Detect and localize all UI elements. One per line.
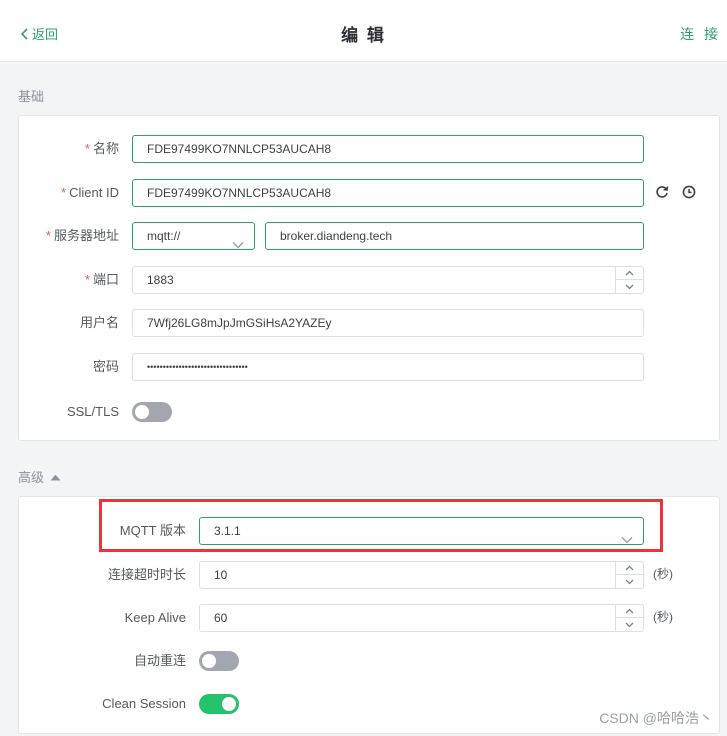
caret-up-icon [50, 469, 61, 484]
advanced-settings-card: MQTT 版本 3.1.1 连接超时时长 10 (秒) Keep Alive 6… [18, 496, 720, 734]
basic-settings-card: * 名称 FDE97499KO7NNLCP53AUCAH8 * Client ID … [18, 115, 720, 441]
username-label: 用户名 [79, 315, 119, 330]
connect-timeout-input[interactable]: 10 [199, 561, 644, 589]
auto-reconnect-toggle[interactable] [199, 651, 239, 671]
section-title-advanced-label: 高级 [18, 470, 45, 485]
name-row: * 名称 FDE97499KO7NNLCP53AUCAH8 [19, 135, 719, 163]
ssl-label: SSL/TLS [66, 404, 119, 419]
mqtt-version-select[interactable]: 3.1.1 [199, 517, 644, 545]
host-input[interactable]: broker.diandeng.tech [265, 222, 644, 250]
keep-alive-unit: (秒) [653, 610, 673, 624]
auto-reconnect-row: 自动重连 [19, 647, 719, 675]
connect-timeout-label: 连接超时时长 [107, 567, 186, 582]
top-bar: 返回 编 辑 连 接 [0, 0, 727, 62]
chevron-down-icon [232, 232, 244, 249]
server-address-label: * 服务器地址 [45, 228, 119, 243]
decrement-arrow-icon[interactable] [616, 618, 643, 631]
password-row: 密码 •••••••••••••••••••••••••••••••• [19, 353, 719, 381]
refresh-icon[interactable] [655, 185, 669, 202]
port-row: * 端口 1883 [19, 266, 719, 294]
page-title: 编 辑 [341, 26, 386, 45]
port-stepper[interactable] [615, 267, 643, 293]
connect-timeout-stepper[interactable] [615, 562, 643, 588]
section-title-basic: 基础 [18, 86, 44, 105]
mqtt-version-row: MQTT 版本 3.1.1 [19, 517, 719, 545]
port-input[interactable]: 1883 [132, 266, 644, 294]
name-input[interactable]: FDE97499KO7NNLCP53AUCAH8 [132, 135, 644, 163]
connect-timeout-row: 连接超时时长 10 (秒) [19, 561, 719, 589]
section-title-advanced[interactable]: 高级 [18, 467, 61, 486]
connect-timeout-unit: (秒) [653, 567, 673, 581]
name-label: * 名称 [84, 141, 119, 156]
increment-arrow-icon[interactable] [616, 267, 643, 280]
password-label: 密码 [92, 359, 119, 374]
increment-arrow-icon[interactable] [616, 605, 643, 618]
connect-button[interactable]: 连 接 [680, 24, 721, 44]
username-input[interactable]: 7Wfj26LG8mJpJmGSiHsA2YAZEy [132, 309, 644, 337]
protocol-value: mqtt:// [147, 229, 181, 243]
auto-reconnect-label: 自动重连 [133, 653, 186, 668]
protocol-select[interactable]: mqtt:// [132, 222, 255, 250]
watermark: CSDN @哈哈浩丶 [599, 710, 713, 726]
toggle-knob [135, 405, 149, 419]
username-row: 用户名 7Wfj26LG8mJpJmGSiHsA2YAZEy [19, 309, 719, 337]
client-id-input[interactable]: FDE97499KO7NNLCP53AUCAH8 [132, 179, 644, 207]
ssl-row: SSL/TLS [19, 398, 719, 426]
toggle-knob [202, 654, 216, 668]
client-id-label: * Client ID [61, 185, 119, 200]
decrement-arrow-icon[interactable] [616, 575, 643, 588]
port-value: 1883 [147, 273, 174, 287]
connect-timeout-value: 10 [214, 568, 228, 582]
client-id-row: * Client ID FDE97499KO7NNLCP53AUCAH8 [19, 179, 719, 207]
keep-alive-row: Keep Alive 60 (秒) [19, 604, 719, 632]
mqtt-version-label: MQTT 版本 [119, 523, 186, 538]
ssl-toggle[interactable] [132, 402, 172, 422]
clean-session-toggle[interactable] [199, 694, 239, 714]
keep-alive-label: Keep Alive [124, 610, 186, 625]
increment-arrow-icon[interactable] [616, 562, 643, 575]
section-title-basic-label: 基础 [18, 89, 45, 104]
keep-alive-stepper[interactable] [615, 605, 643, 631]
keep-alive-value: 60 [214, 611, 228, 625]
chevron-down-icon [621, 527, 633, 544]
mqtt-version-value: 3.1.1 [214, 524, 241, 538]
keep-alive-input[interactable]: 60 [199, 604, 644, 632]
toggle-knob [222, 697, 236, 711]
clean-session-label: Clean Session [102, 696, 186, 711]
decrement-arrow-icon[interactable] [616, 280, 643, 293]
port-label: * 端口 [84, 272, 119, 287]
server-address-row: * 服务器地址 mqtt:// broker.diandeng.tech [19, 222, 719, 250]
password-input[interactable]: •••••••••••••••••••••••••••••••• [132, 353, 644, 381]
history-clock-icon[interactable] [682, 185, 696, 202]
